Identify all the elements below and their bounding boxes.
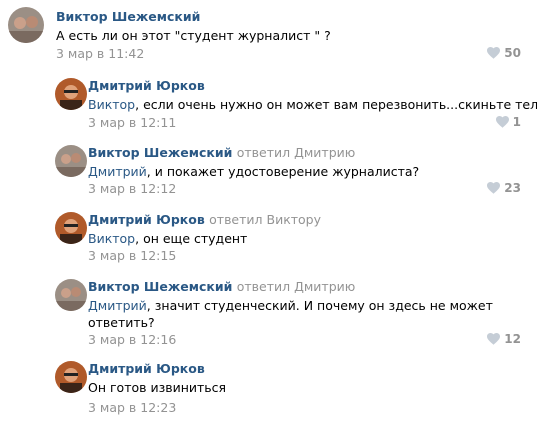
reply-to-label[interactable]: ответил Виктору bbox=[209, 212, 321, 227]
reply-to-label[interactable]: ответил Дмитрию bbox=[237, 279, 356, 294]
comment-text: Дмитрий, и покажет удостоверение журнали… bbox=[88, 164, 420, 179]
comment-date[interactable]: 3 мар в 12:11 bbox=[88, 115, 176, 130]
comment-text: Дмитрий, значит студенческий. И почему о… bbox=[88, 298, 493, 330]
comment-author[interactable]: Виктор Шежемский bbox=[56, 9, 200, 24]
comment-text: Он готов извиниться bbox=[88, 380, 227, 395]
comment-author[interactable]: Дмитрий Юрков ответил Виктору bbox=[88, 212, 321, 227]
comment-reply: Дмитрий Юрков ответил Виктору Виктор, он… bbox=[0, 204, 537, 271]
mention-link[interactable]: Виктор bbox=[88, 97, 135, 112]
comment-date[interactable]: 3 мар в 12:12 bbox=[88, 181, 176, 196]
comment-reply: Виктор Шежемский ответил Дмитрию Дмитрий… bbox=[0, 137, 537, 204]
heart-icon bbox=[487, 333, 501, 345]
comment-reply: Дмитрий Юрков Он готов извиниться 3 мар … bbox=[0, 353, 537, 424]
avatar[interactable] bbox=[8, 7, 44, 43]
heart-icon bbox=[487, 182, 501, 194]
like-button[interactable]: 23 bbox=[487, 181, 521, 195]
heart-icon bbox=[487, 47, 501, 59]
comment-date[interactable]: 3 мар в 11:42 bbox=[56, 46, 144, 61]
comment-text: А есть ли он этот "студент журналист " ? bbox=[56, 28, 331, 43]
like-button[interactable]: 50 bbox=[487, 46, 521, 60]
comment-text: Виктор, если очень нужно он может вам пе… bbox=[88, 97, 537, 112]
comment: Виктор Шежемский А есть ли он этот "студ… bbox=[0, 0, 537, 70]
mention-link[interactable]: Дмитрий bbox=[88, 298, 147, 313]
reply-to-label[interactable]: ответил Дмитрию bbox=[237, 145, 356, 160]
comment-reply: Виктор Шежемский ответил Дмитрию Дмитрий… bbox=[0, 271, 537, 353]
heart-icon bbox=[495, 116, 509, 128]
comment-date[interactable]: 3 мар в 12:16 bbox=[88, 332, 176, 347]
mention-link[interactable]: Виктор bbox=[88, 231, 135, 246]
like-button[interactable]: 1 bbox=[495, 115, 521, 129]
avatar[interactable] bbox=[55, 145, 87, 177]
like-button[interactable]: 12 bbox=[487, 332, 521, 346]
avatar[interactable] bbox=[55, 78, 87, 110]
comment-date[interactable]: 3 мар в 12:15 bbox=[88, 248, 176, 263]
comment-author[interactable]: Дмитрий Юрков bbox=[88, 361, 205, 376]
comment-author[interactable]: Виктор Шежемский ответил Дмитрию bbox=[88, 279, 355, 294]
comment-reply: Дмитрий Юрков Виктор, если очень нужно о… bbox=[0, 70, 537, 137]
mention-link[interactable]: Дмитрий bbox=[88, 164, 147, 179]
comment-date[interactable]: 3 мар в 12:23 bbox=[88, 400, 176, 415]
comment-text: Виктор, он еще студент bbox=[88, 231, 248, 246]
avatar[interactable] bbox=[55, 212, 87, 244]
avatar[interactable] bbox=[55, 361, 87, 393]
comment-author[interactable]: Дмитрий Юрков bbox=[88, 78, 205, 93]
comment-author[interactable]: Виктор Шежемский ответил Дмитрию bbox=[88, 145, 355, 160]
avatar[interactable] bbox=[55, 279, 87, 311]
